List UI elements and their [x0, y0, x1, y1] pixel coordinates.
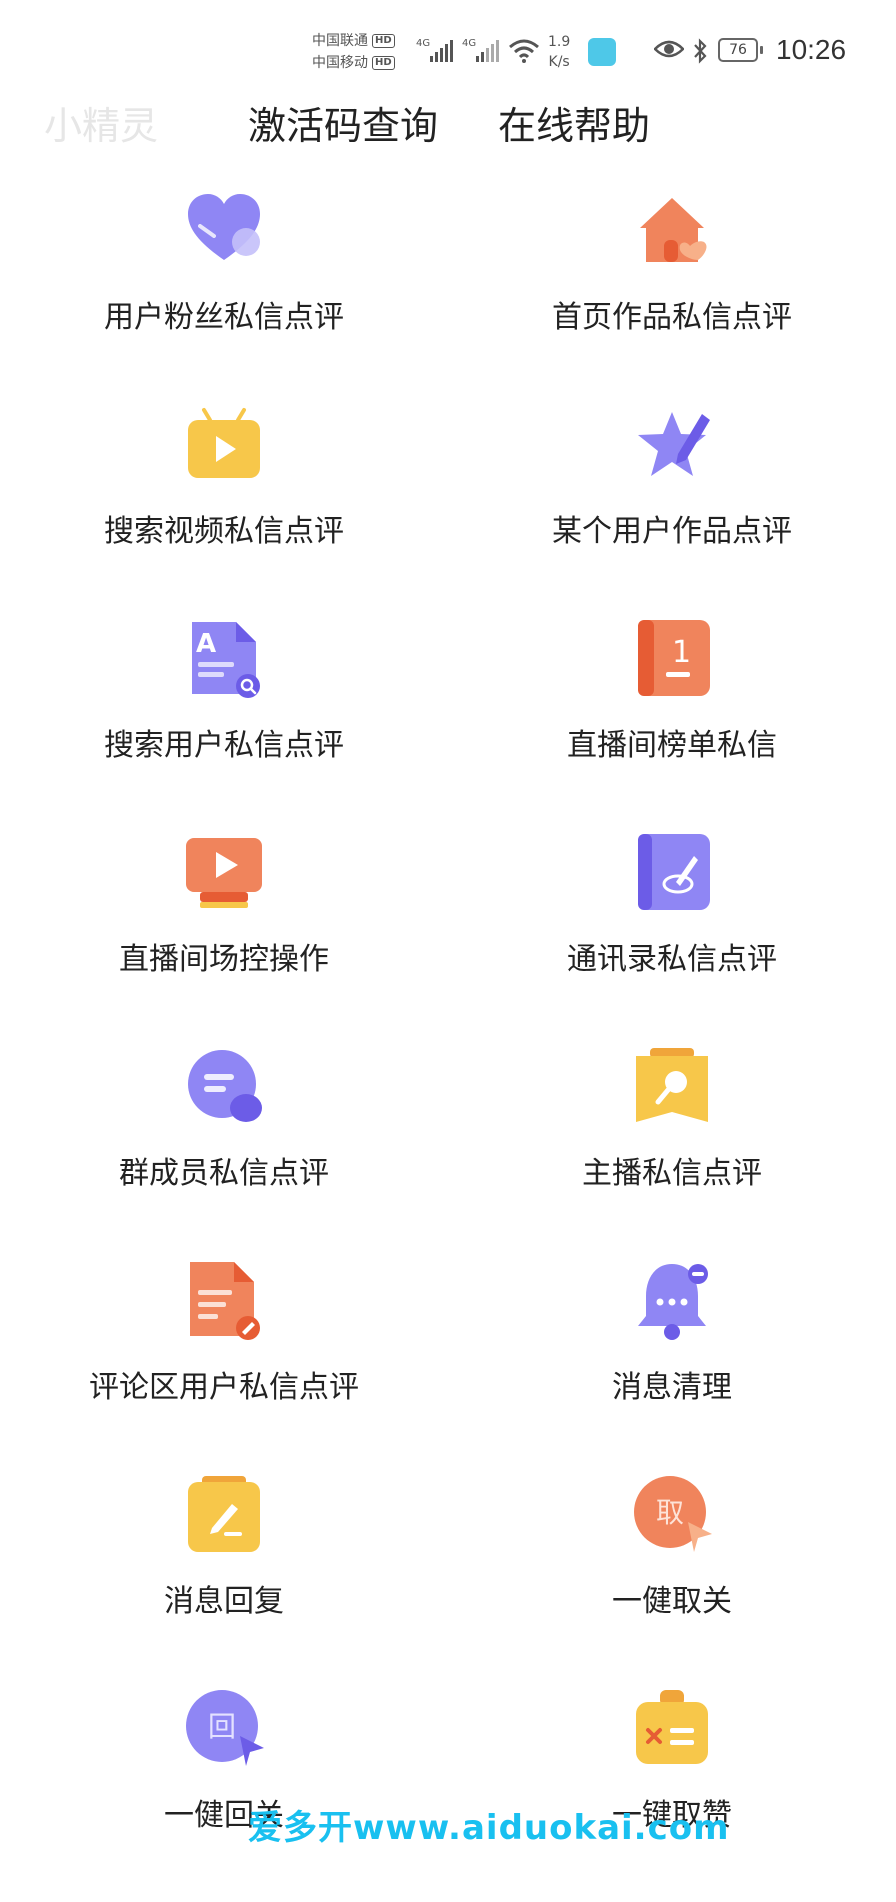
hd-badge: HD	[372, 34, 395, 48]
feature-message-reply[interactable]: 消息回复	[0, 1474, 448, 1688]
wifi-icon	[509, 39, 539, 63]
heart-icon	[188, 194, 260, 260]
ranking-book-icon: 1	[638, 620, 710, 696]
battery-indicator: 76	[718, 38, 763, 62]
feature-home-works-dm[interactable]: 首页作品私信点评	[448, 190, 896, 404]
feature-comment-users-dm[interactable]: 评论区用户私信点评	[0, 1260, 448, 1474]
feature-label: 搜索用户私信点评	[104, 728, 344, 763]
eye-icon	[654, 40, 684, 58]
feature-label: 消息清理	[612, 1370, 732, 1405]
feature-contacts-dm[interactable]: 通讯录私信点评	[448, 832, 896, 1046]
feature-live-room-control[interactable]: 直播间场控操作	[0, 832, 448, 1046]
feature-user-works-review[interactable]: 某个用户作品点评	[448, 404, 896, 618]
feature-label: 某个用户作品点评	[552, 514, 792, 549]
feature-label: 用户粉丝私信点评	[104, 300, 344, 335]
tv-play-icon	[188, 408, 260, 478]
remove-like-icon	[636, 1690, 708, 1764]
feature-label: 主播私信点评	[582, 1156, 762, 1191]
hd-badge: HD	[372, 56, 395, 70]
document-search-icon: A	[192, 622, 260, 698]
feature-user-fans-dm[interactable]: 用户粉丝私信点评	[0, 190, 448, 404]
carrier-2: 中国移动	[312, 55, 368, 71]
feature-message-cleanup[interactable]: 消息清理	[448, 1260, 896, 1474]
network-speed: 1.9 K/s	[548, 34, 571, 70]
carrier-1: 中国联通	[312, 33, 368, 49]
signal-icon: 4G	[462, 38, 499, 62]
follow-back-circle-icon: 回	[186, 1690, 264, 1766]
feature-one-click-unfollow[interactable]: 取 一健取关	[448, 1474, 896, 1688]
feature-label: 搜索视频私信点评	[104, 514, 344, 549]
clock: 10:26	[776, 34, 847, 65]
chat-bubble-icon	[188, 1050, 262, 1122]
app-brand: 小精灵	[44, 104, 159, 148]
home-icon	[640, 198, 707, 262]
feature-one-click-remove-likes[interactable]: 一键取赞	[448, 1688, 896, 1902]
svg-text:4G: 4G	[462, 38, 476, 49]
feature-label: 评论区用户私信点评	[89, 1370, 359, 1405]
feature-label: 直播间场控操作	[119, 942, 329, 977]
status-bar: 中国联通 HD 中国移动 HD 4G 4G 1.9 K/s 76 10:26	[0, 0, 896, 96]
feature-label: 消息回复	[164, 1584, 284, 1619]
svg-text:4G: 4G	[416, 38, 430, 49]
edit-document-icon	[190, 1262, 260, 1340]
feature-label: 一健取关	[612, 1584, 732, 1619]
unfollow-circle-icon: 取	[634, 1476, 712, 1552]
carrier-info: 中国联通 HD 中国移动 HD	[312, 30, 395, 74]
feature-anchor-dm[interactable]: 主播私信点评	[448, 1046, 896, 1260]
watermark: 爱多开www.aiduokai.com	[248, 1808, 730, 1848]
svg-text:回: 回	[208, 1710, 236, 1743]
feature-label: 通讯录私信点评	[567, 942, 777, 977]
feature-label: 首页作品私信点评	[552, 300, 792, 335]
nav-activation-code-query[interactable]: 激活码查询	[248, 96, 438, 156]
live-screen-icon	[186, 838, 262, 908]
app-notification-icon	[588, 38, 616, 66]
feature-label: 直播间榜单私信	[567, 728, 777, 763]
feature-label: 群成员私信点评	[119, 1156, 329, 1191]
svg-text:1: 1	[672, 635, 691, 670]
clipboard-pen-icon	[188, 1476, 260, 1552]
svg-text:取: 取	[656, 1496, 684, 1529]
nav-online-help[interactable]: 在线帮助	[498, 96, 650, 156]
app-header: 小精灵 激活码查询 在线帮助	[0, 96, 896, 186]
signal-icon: 4G	[416, 38, 453, 62]
feature-group-members-dm[interactable]: 群成员私信点评	[0, 1046, 448, 1260]
feature-search-video-dm[interactable]: 搜索视频私信点评	[0, 404, 448, 618]
star-pen-icon	[638, 412, 710, 476]
feature-one-click-follow-back[interactable]: 回 一健回关	[0, 1688, 448, 1902]
contact-book-icon	[638, 834, 710, 910]
svg-text:A: A	[196, 629, 216, 659]
microphone-badge-icon	[636, 1048, 708, 1122]
bluetooth-icon	[694, 38, 707, 64]
feature-search-user-dm[interactable]: A 搜索用户私信点评	[0, 618, 448, 832]
feature-live-ranking-dm[interactable]: 1 直播间榜单私信	[448, 618, 896, 832]
bell-icon	[638, 1264, 708, 1340]
